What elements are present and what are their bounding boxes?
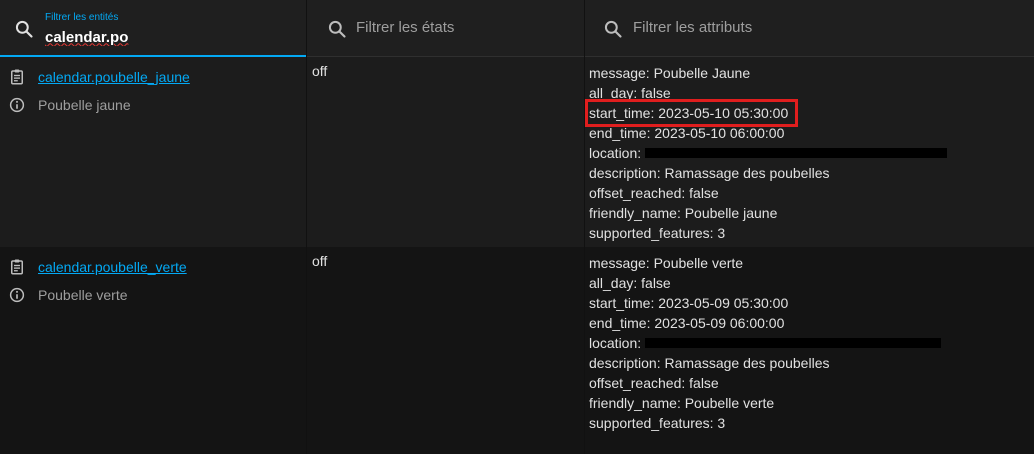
attribute-line: message: Poubelle Jaune xyxy=(589,65,751,81)
state-cell: off xyxy=(307,247,584,454)
state-cell: off xyxy=(307,57,584,247)
attribute-line: all_day: false xyxy=(589,85,671,101)
attribute-line-location: location: xyxy=(589,333,942,353)
info-line xyxy=(8,95,26,115)
attribute-line: start_time: 2023-05-09 05:30:00 xyxy=(589,295,789,311)
state-filter-header[interactable]: Filtrer les états xyxy=(307,0,584,57)
attribute-filter-header[interactable]: Filtrer les attributs xyxy=(585,0,1034,57)
attribute-line: supported_features: 3 xyxy=(589,415,726,431)
entity-link[interactable]: calendar.poubelle_verte xyxy=(38,259,187,275)
entity-cell: calendar.poubelle_jaune Poubelle jaune xyxy=(0,57,306,247)
clipboard-text-icon[interactable] xyxy=(8,258,26,276)
attribute-line: supported_features: 3 xyxy=(589,225,726,241)
search-icon[interactable] xyxy=(327,19,347,39)
attribute-line: all_day: false xyxy=(589,275,671,291)
info-icon[interactable] xyxy=(8,286,26,304)
attributes-cell: message: Poubelle Jaune all_day: false s… xyxy=(584,57,1034,247)
entity-filter-header: Filtrer les entités xyxy=(0,0,306,57)
attribute-filter-input[interactable]: Filtrer les attributs xyxy=(633,19,752,36)
clipboard-text-icon[interactable] xyxy=(8,68,26,86)
entity-link[interactable]: calendar.poubelle_jaune xyxy=(38,69,190,85)
attribute-line-highlighted: start_time: 2023-05-10 05:30:00 xyxy=(584,99,947,127)
attributes-list: message: Poubelle verte all_day: false s… xyxy=(589,253,942,433)
entity-friendly-name: Poubelle jaune xyxy=(38,97,131,113)
attribute-line: end_time: 2023-05-10 06:00:00 xyxy=(589,125,785,141)
attribute-line: offset_reached: false xyxy=(589,185,719,201)
location-label: location: xyxy=(589,145,642,161)
attribute-line: end_time: 2023-05-09 06:00:00 xyxy=(589,315,785,331)
attribute-line: friendly_name: Poubelle jaune xyxy=(589,205,778,221)
entity-filter-label: Filtrer les entités xyxy=(45,12,119,23)
table-row: calendar.poubelle_jaune Poubelle jaune o… xyxy=(0,57,1034,247)
state-filter-input[interactable]: Filtrer les états xyxy=(356,19,454,36)
state-value: off xyxy=(312,253,328,269)
attribute-line-location: location: xyxy=(589,143,948,163)
attribute-line: message: Poubelle verte xyxy=(589,255,744,271)
table-row: calendar.poubelle_verte Poubelle verte o… xyxy=(0,247,1034,454)
entity-cell: calendar.poubelle_verte Poubelle verte xyxy=(0,247,306,454)
attribute-line: offset_reached: false xyxy=(589,375,719,391)
attributes-list: message: Poubelle Jaune all_day: false s… xyxy=(584,63,948,243)
state-value: off xyxy=(312,63,328,79)
entity-line xyxy=(8,67,26,87)
entity-friendly-name: Poubelle verte xyxy=(38,287,128,303)
attribute-line: friendly_name: Poubelle verte xyxy=(589,395,775,411)
info-line xyxy=(8,285,26,305)
entity-filter-input[interactable] xyxy=(45,27,285,47)
attribute-line: description: Ramassage des poubelles xyxy=(589,355,830,371)
highlighted-attribute: start_time: 2023-05-10 05:30:00 xyxy=(584,99,799,127)
states-table: Filtrer les entités Filtrer les états Fi… xyxy=(0,0,1034,454)
attributes-cell: message: Poubelle verte all_day: false s… xyxy=(585,247,1034,454)
info-icon[interactable] xyxy=(8,96,26,114)
search-icon[interactable] xyxy=(14,19,34,39)
entity-line xyxy=(8,257,26,277)
attribute-line: description: Ramassage des poubelles xyxy=(589,165,830,181)
search-icon[interactable] xyxy=(603,19,623,39)
location-label: location: xyxy=(589,335,642,351)
redaction-bar xyxy=(645,338,942,349)
redaction-bar xyxy=(645,148,948,159)
